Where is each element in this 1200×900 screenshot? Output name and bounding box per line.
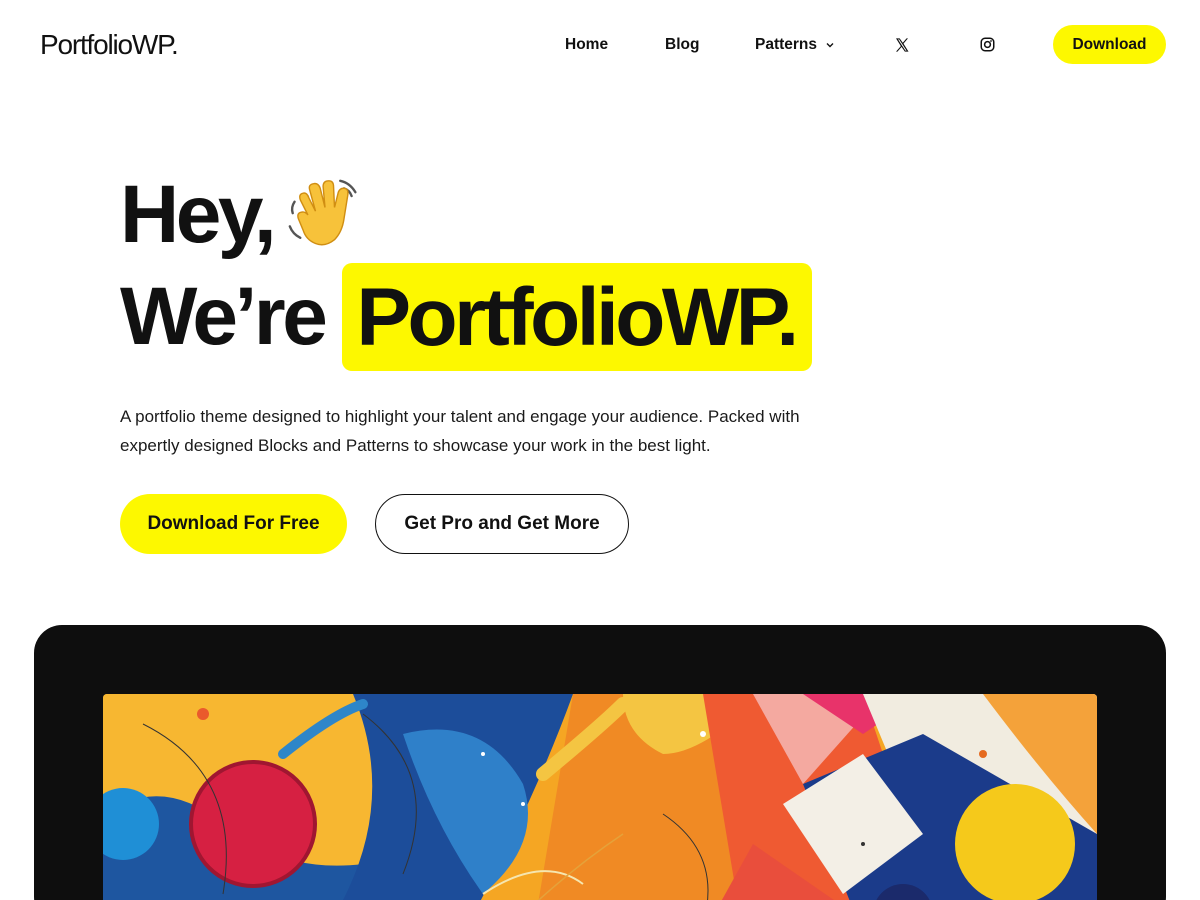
showcase-artwork <box>103 694 1097 900</box>
abstract-artwork-image <box>103 694 1097 900</box>
nav-blog[interactable]: Blog <box>665 36 699 54</box>
hero-prefix: We’re <box>120 271 328 362</box>
site-logo[interactable]: PortfolioWP. <box>40 29 179 61</box>
hero-heading-line1: Hey, <box>120 174 363 256</box>
hero-description: A portfolio theme designed to highlight … <box>120 407 800 455</box>
download-button[interactable]: Download <box>1053 25 1166 64</box>
site-header: PortfolioWP. Home Blog Patterns Download <box>0 0 1200 90</box>
nav-patterns-label: Patterns <box>755 35 818 53</box>
main-nav: Home Blog Patterns Download <box>540 25 1166 64</box>
chevron-down-icon <box>826 42 834 47</box>
instagram-icon[interactable] <box>980 37 995 52</box>
download-for-free-button[interactable]: Download For Free <box>120 494 347 554</box>
hero-brand-highlight: PortfolioWP. <box>342 263 812 371</box>
x-twitter-icon[interactable] <box>894 37 910 53</box>
nav-home[interactable]: Home <box>565 36 608 54</box>
hero-greeting: Hey, <box>120 169 277 260</box>
hero-heading-line2: We’re PortfolioWP. <box>120 263 812 371</box>
nav-patterns[interactable]: Patterns <box>755 36 835 54</box>
waving-hand-icon <box>288 179 357 246</box>
cta-row: Download For Free Get Pro and Get More <box>120 494 629 554</box>
showcase-frame <box>34 625 1166 900</box>
get-pro-button[interactable]: Get Pro and Get More <box>375 494 629 554</box>
